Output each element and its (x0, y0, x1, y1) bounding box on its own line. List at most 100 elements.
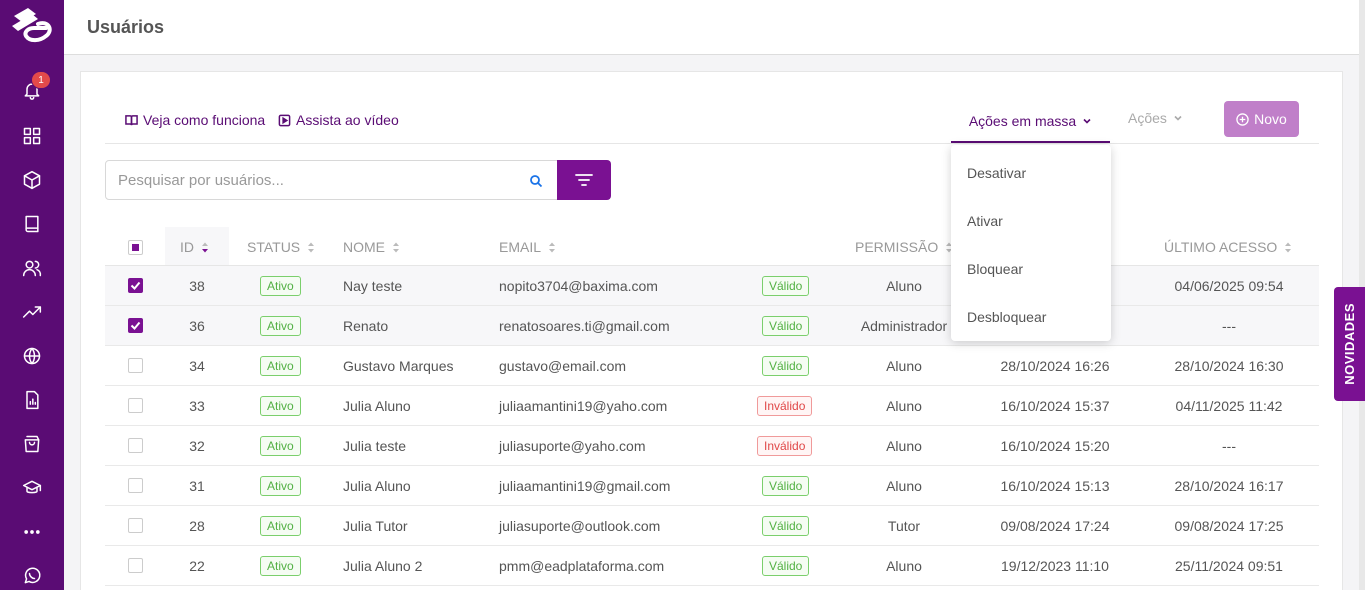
watch-video-label: Assista ao vídeo (296, 112, 399, 128)
cell-email: nopito3704@baxima.com (499, 278, 658, 294)
cell-permission: Tutor (887, 518, 921, 534)
logo-icon[interactable] (10, 4, 54, 48)
bag-icon[interactable] (20, 432, 44, 456)
cell-id: 33 (189, 398, 205, 414)
cell-created-date: 09/08/2024 17:24 (1000, 518, 1110, 534)
sort-icon (393, 242, 399, 252)
row-checkbox[interactable] (128, 438, 143, 453)
cell-id: 34 (189, 358, 205, 374)
cell-permission: Aluno (886, 398, 922, 414)
row-checkbox[interactable] (128, 398, 143, 413)
row-checkbox[interactable] (128, 558, 143, 573)
cell-permission: Aluno (886, 558, 922, 574)
table-row[interactable]: 28 Ativo Julia Tutor juliasuporte@outlook.c… (105, 506, 1319, 546)
cell-last-access: 09/08/2024 17:25 (1174, 518, 1284, 534)
table-row[interactable]: 33 Ativo Julia Aluno juliaamantini19@yaho.c… (105, 386, 1319, 426)
column-header-permission[interactable]: PERMISSÃO (855, 239, 953, 255)
row-checkbox[interactable] (128, 358, 143, 373)
status-badge: Ativo (260, 316, 301, 336)
column-header-last-access-label: ÚLTIMO ACESSO (1164, 239, 1278, 255)
cube-icon[interactable] (20, 168, 44, 192)
column-header-id[interactable]: ID (180, 239, 209, 255)
video-icon (278, 114, 291, 126)
cell-created-date: 16/10/2024 15:20 (1000, 438, 1110, 454)
graduation-icon[interactable] (20, 476, 44, 500)
search-icon[interactable] (529, 174, 543, 188)
column-header-email[interactable]: EMAIL (499, 239, 556, 255)
table-row[interactable]: 38 Ativo Nay teste nopito3704@baxima.com Vál… (105, 266, 1319, 306)
actions-label: Ações (1128, 110, 1167, 126)
book-open-icon (125, 114, 138, 125)
column-header-status[interactable]: STATUS (247, 239, 315, 255)
email-validity-badge: Inválido (757, 396, 813, 416)
how-it-works-link[interactable]: Veja como funciona (125, 112, 265, 128)
users-icon[interactable] (20, 256, 44, 280)
new-user-button[interactable]: Novo (1224, 101, 1299, 137)
actions-button[interactable]: Ações (1128, 110, 1183, 126)
cell-email: pmm@eadplataforma.com (499, 558, 665, 574)
filter-button[interactable] (557, 160, 611, 200)
cell-email: juliasuporte@yaho.com (499, 438, 646, 454)
email-validity-badge: Válido (762, 516, 810, 536)
select-all-checkbox[interactable] (128, 240, 143, 255)
report-icon[interactable] (20, 388, 44, 412)
status-badge: Ativo (260, 516, 301, 536)
table-row[interactable]: 31 Ativo Julia Aluno juliaamantini19@gmail.… (105, 466, 1319, 506)
cell-id: 32 (189, 438, 205, 454)
cell-created-date: 16/10/2024 15:37 (1000, 398, 1110, 414)
cell-created-date: 16/10/2024 15:13 (1000, 478, 1110, 494)
status-badge: Ativo (260, 356, 301, 376)
row-checkbox[interactable] (128, 318, 143, 333)
sort-icon (1285, 242, 1292, 252)
table-row[interactable]: 34 Ativo Gustavo Marques gustavo@email.com V… (105, 346, 1319, 386)
cell-email: renatosoares.ti@gmail.com (499, 318, 670, 334)
whatsapp-icon[interactable] (20, 564, 44, 588)
cell-name: Nay teste (343, 278, 403, 294)
new-user-label: Novo (1254, 111, 1287, 127)
menu-item-unblock[interactable]: Desbloquear (967, 309, 1046, 325)
column-header-status-label: STATUS (247, 239, 301, 255)
menu-item-activate[interactable]: Ativar (967, 213, 1003, 229)
search-input[interactable] (106, 161, 506, 199)
table-row[interactable]: 36 Ativo Renato renatosoares.ti@gmail.com Vá… (105, 306, 1319, 346)
cell-last-access: --- (1222, 318, 1236, 334)
column-header-last-access[interactable]: ÚLTIMO ACESSO (1164, 239, 1292, 255)
divider (105, 143, 1319, 144)
globe-icon[interactable] (20, 344, 44, 368)
watch-video-link[interactable]: Assista ao vídeo (278, 112, 399, 128)
row-checkbox[interactable] (128, 278, 143, 293)
cell-permission: Administrador (860, 318, 948, 334)
table-row[interactable]: 22 Ativo Julia Aluno 2 pmm@eadplataforma.co… (105, 546, 1319, 586)
cell-id: 38 (189, 278, 205, 294)
email-validity-badge: Válido (762, 356, 810, 376)
column-header-name-label: NOME (343, 239, 385, 255)
cell-name: Julia Aluno (343, 398, 411, 414)
email-validity-badge: Inválido (757, 436, 813, 456)
mass-actions-button[interactable]: Ações em massa (951, 100, 1110, 143)
cell-permission: Aluno (886, 438, 922, 454)
menu-item-deactivate[interactable]: Desativar (967, 165, 1026, 181)
column-header-name[interactable]: NOME (343, 239, 400, 255)
book-icon[interactable] (20, 212, 44, 236)
cell-email: juliaamantini19@yaho.com (499, 398, 668, 414)
plus-circle-icon (1236, 112, 1249, 126)
novidades-label: NOVIDADES (1342, 303, 1357, 385)
grid-icon[interactable] (20, 124, 44, 148)
cell-permission: Aluno (886, 358, 922, 374)
search-box (105, 160, 558, 200)
cell-created-date: 28/10/2024 16:26 (1000, 358, 1110, 374)
trend-icon[interactable] (20, 300, 44, 324)
status-badge: Ativo (260, 556, 301, 576)
menu-item-block[interactable]: Bloquear (967, 261, 1023, 277)
cell-last-access: 28/10/2024 16:30 (1174, 358, 1284, 374)
column-header-email-label: EMAIL (499, 239, 542, 255)
check-icon (130, 321, 141, 330)
row-checkbox[interactable] (128, 518, 143, 533)
cell-last-access: 25/11/2024 09:51 (1175, 558, 1283, 574)
more-icon[interactable] (20, 520, 44, 544)
table-row[interactable]: 32 Ativo Julia teste juliasuporte@yaho.com I… (105, 426, 1319, 466)
cell-id: 28 (189, 518, 205, 534)
row-checkbox[interactable] (128, 478, 143, 493)
cell-id: 31 (189, 478, 205, 494)
novidades-tab[interactable]: NOVIDADES (1334, 287, 1365, 401)
